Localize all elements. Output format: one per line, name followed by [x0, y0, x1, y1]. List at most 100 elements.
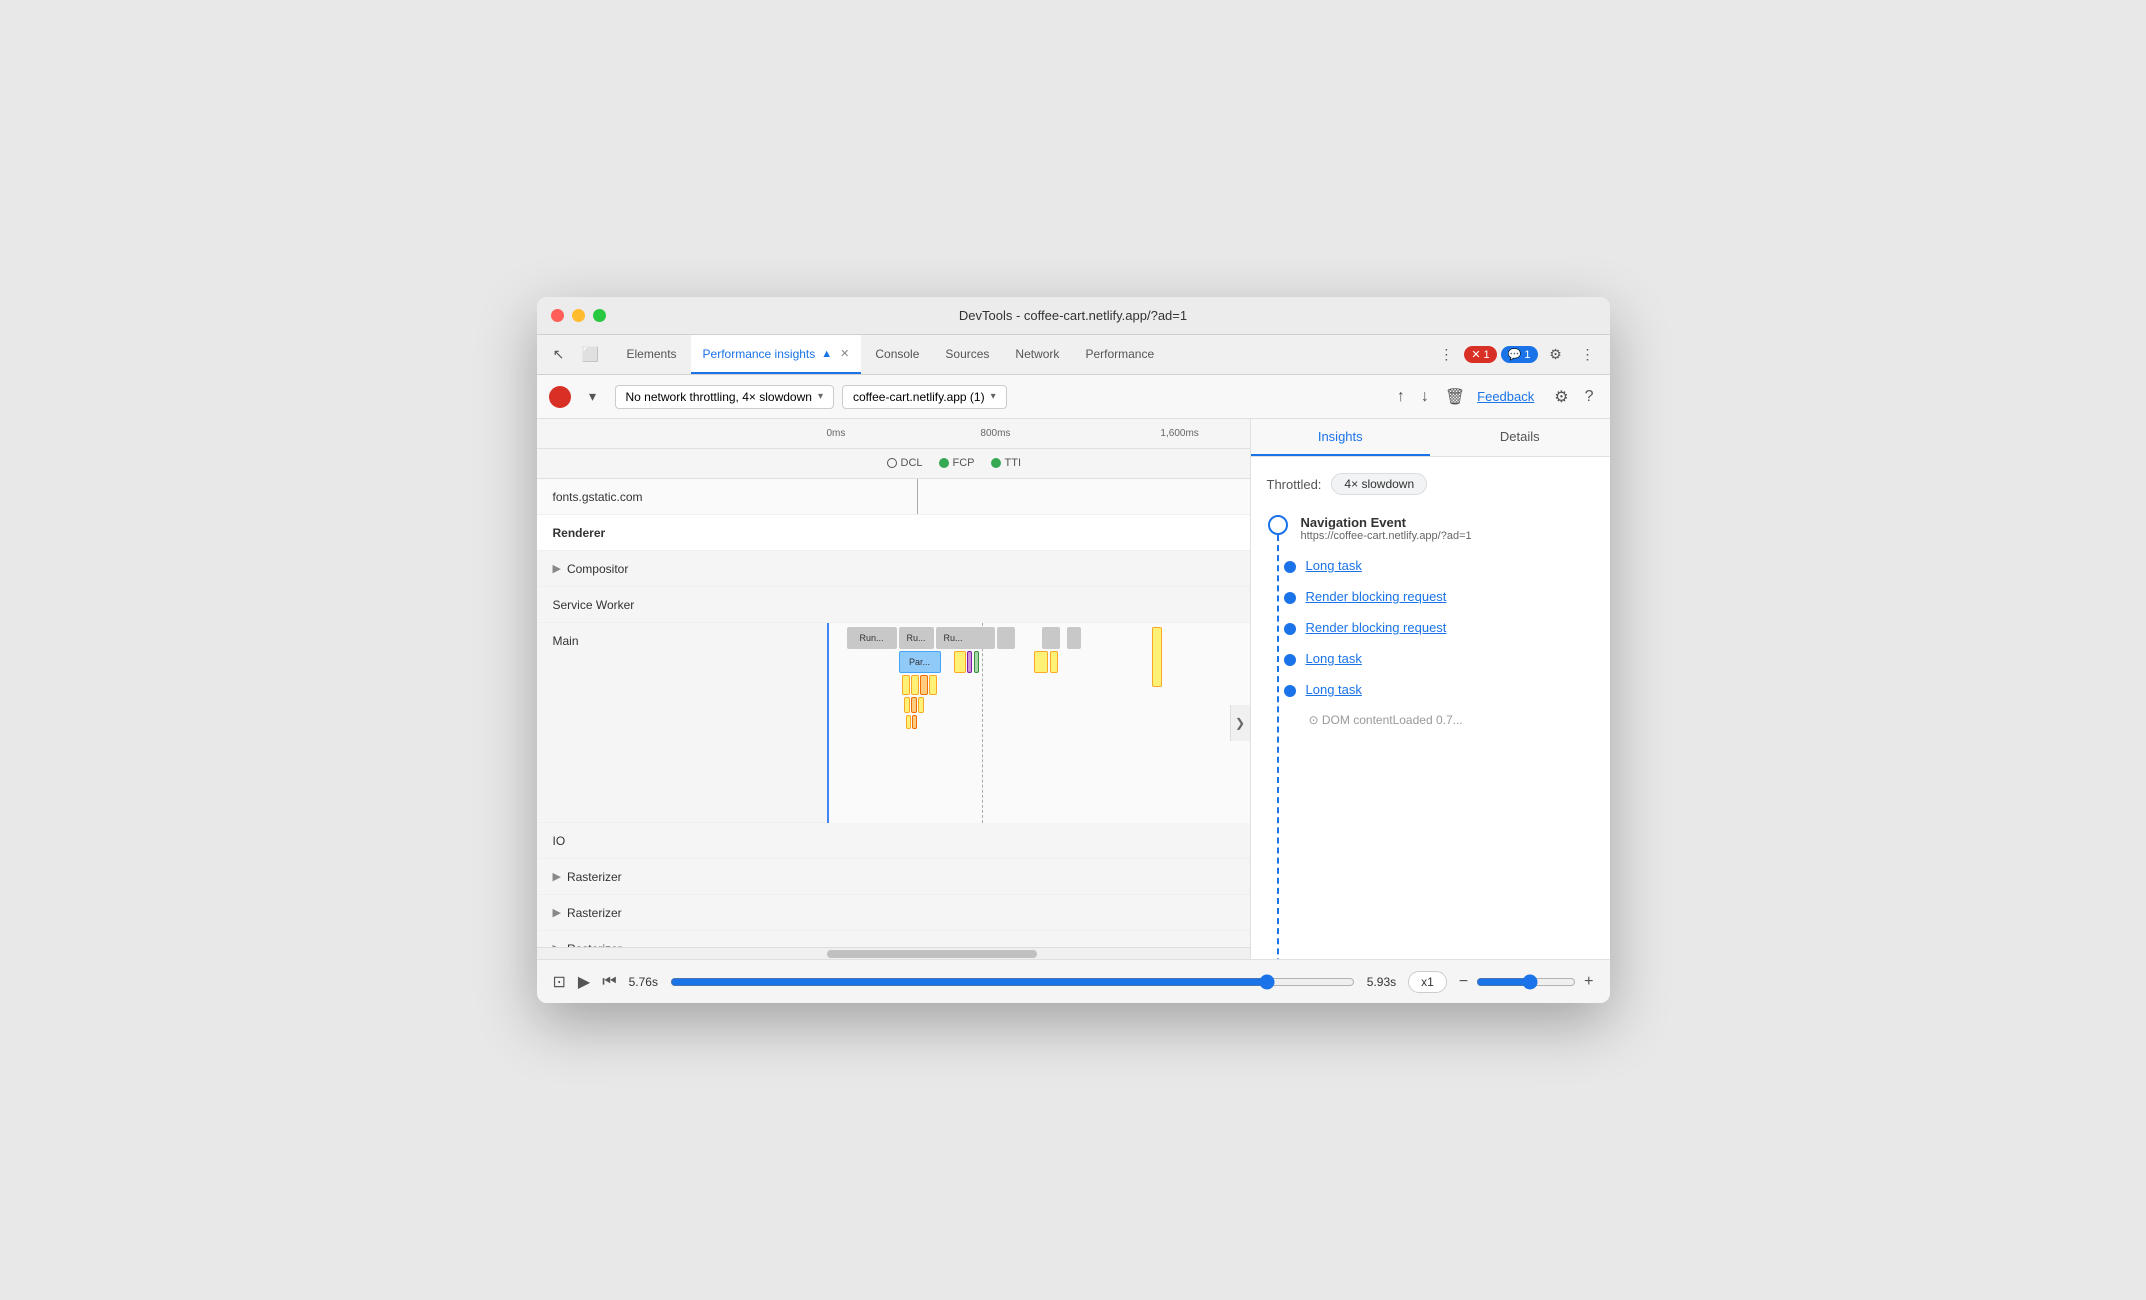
task-y-right-2[interactable] — [1050, 651, 1058, 673]
row-service-worker-canvas — [827, 587, 1250, 622]
bullet-1 — [1284, 561, 1296, 573]
record-dropdown-icon[interactable]: ▾ — [579, 383, 607, 411]
long-task-1-link[interactable]: Long task — [1306, 558, 1362, 573]
nav-event-url: https://coffee-cart.netlify.app/?ad=1 — [1301, 530, 1594, 542]
long-task-3-link[interactable]: Long task — [1306, 682, 1362, 697]
tab-details[interactable]: Details — [1430, 419, 1610, 456]
row-main: Main Run... Ru... Ru... Par... — [537, 623, 1250, 823]
download-icon[interactable]: ↓ — [1417, 384, 1433, 410]
task-run-2[interactable]: Ru... — [899, 627, 934, 649]
row-rasterizer-1: ▶ Rasterizer — [537, 859, 1250, 895]
row-io: IO — [537, 823, 1250, 859]
devtools-window: DevTools - coffee-cart.netlify.app/?ad=1… — [537, 297, 1610, 1003]
insight-item-dom-loaded: ⊙ DOM contentLoaded 0.7... — [1301, 713, 1594, 733]
page-select-dropdown[interactable]: coffee-cart.netlify.app (1) ▾ — [842, 385, 1007, 409]
task-gray-right-1[interactable] — [1042, 627, 1060, 649]
maximize-button[interactable] — [593, 309, 606, 322]
row-renderer-canvas — [827, 515, 1250, 550]
row-compositor: ▶ Compositor — [537, 551, 1250, 587]
task-gray-mid[interactable] — [962, 627, 980, 649]
tab-console[interactable]: Console — [863, 335, 931, 374]
upload-icon[interactable]: ↑ — [1393, 384, 1409, 410]
zoom-slider[interactable] — [1476, 974, 1576, 990]
row-compositor-label: ▶ Compositor — [537, 551, 827, 587]
task-o-1[interactable] — [920, 675, 928, 695]
task-y-mid-1[interactable] — [954, 651, 966, 673]
tab-bar: ↖ ⬜ Elements Performance insights ▲ ✕ Co… — [537, 335, 1610, 375]
gear-icon[interactable]: ⚙ — [1550, 383, 1572, 411]
dom-loaded-partial: ⊙ DOM contentLoaded 0.7... — [1309, 713, 1463, 727]
expand-arrow[interactable]: ❯ — [1230, 705, 1250, 741]
task-small-2[interactable] — [997, 627, 1015, 649]
inspect-icon[interactable]: ⬜ — [577, 341, 605, 369]
task-far-right[interactable] — [1152, 627, 1162, 687]
zoom-out-button[interactable]: − — [1459, 973, 1468, 991]
speed-badge[interactable]: x1 — [1408, 971, 1447, 993]
settings-icon[interactable]: ⚙ — [1542, 341, 1570, 369]
skip-back-button[interactable]: ⏮ — [602, 973, 616, 991]
row-renderer: Renderer — [537, 515, 1250, 551]
more-options-icon[interactable]: ⋮ — [1574, 341, 1602, 369]
record-button[interactable] — [549, 386, 571, 408]
timeline-ruler: 0ms 800ms 1,600ms — [537, 419, 1250, 449]
window-title: DevTools - coffee-cart.netlify.app/?ad=1 — [959, 308, 1187, 323]
tab-insights[interactable]: Insights — [1251, 419, 1431, 456]
play-button[interactable]: ▶ — [578, 972, 590, 992]
close-button[interactable] — [551, 309, 564, 322]
tab-bar-right: ⋮ ✕ 1 💬 1 ⚙ ⋮ — [1432, 335, 1601, 374]
horizontal-scrollbar[interactable] — [537, 947, 1250, 959]
task-purple[interactable] — [967, 651, 972, 673]
task-y-5[interactable] — [918, 697, 924, 713]
scrollbar-thumb[interactable] — [827, 950, 1037, 958]
insight-item-long-task-1: Long task — [1301, 558, 1594, 573]
cursor-icon[interactable]: ↖ — [545, 341, 573, 369]
task-y-right-1[interactable] — [1034, 651, 1048, 673]
ruler-0ms: 0ms — [827, 428, 846, 439]
chat-icon: 💬 — [1508, 348, 1522, 361]
bottom-controls: ⊡ ▶ ⏮ 5.76s 5.93s x1 − + — [537, 959, 1610, 1003]
long-task-2-link[interactable]: Long task — [1306, 651, 1362, 666]
tab-performance[interactable]: Performance — [1073, 335, 1166, 374]
zoom-in-button[interactable]: + — [1584, 973, 1593, 991]
screenshot-toggle-button[interactable]: ⊡ — [553, 972, 566, 992]
playback-slider[interactable] — [670, 974, 1355, 990]
delete-icon[interactable]: 🗑 — [1441, 383, 1469, 411]
row-fonts: fonts.gstatic.com — [537, 479, 1250, 515]
bullet-2 — [1284, 592, 1296, 604]
help-icon[interactable]: ? — [1581, 384, 1598, 410]
tab-network[interactable]: Network — [1003, 335, 1071, 374]
task-gray-right-2[interactable] — [1067, 627, 1081, 649]
insight-vertical-line — [1277, 535, 1279, 959]
error-badge: ✕ 1 — [1464, 346, 1496, 363]
row-rasterizer-1-canvas — [827, 859, 1250, 894]
dropdown-arrow-icon: ▾ — [818, 391, 823, 402]
insights-content: Throttled: 4× slowdown Navigation Event — [1251, 457, 1610, 959]
task-o-3[interactable] — [912, 715, 917, 729]
task-y-3[interactable] — [929, 675, 937, 695]
task-o-2[interactable] — [911, 697, 917, 713]
v-line-cursor — [827, 623, 829, 823]
task-y-4[interactable] — [904, 697, 910, 713]
task-y-2[interactable] — [911, 675, 919, 695]
task-y-6[interactable] — [906, 715, 911, 729]
close-tab-icon[interactable]: ✕ — [840, 347, 849, 360]
row-rasterizer-1-label: ▶ Rasterizer — [537, 859, 827, 895]
tab-elements[interactable]: Elements — [615, 335, 689, 374]
render-block-1-link[interactable]: Render blocking request — [1306, 589, 1447, 604]
row-rasterizer-2-canvas — [827, 895, 1250, 930]
task-run-1[interactable]: Run... — [847, 627, 897, 649]
traffic-lights — [551, 309, 606, 322]
render-block-2-link[interactable]: Render blocking request — [1306, 620, 1447, 635]
minimize-button[interactable] — [572, 309, 585, 322]
tab-performance-insights[interactable]: Performance insights ▲ ✕ — [691, 335, 862, 374]
tab-sources[interactable]: Sources — [933, 335, 1001, 374]
time-start: 5.76s — [629, 975, 658, 989]
network-throttle-dropdown[interactable]: No network throttling, 4× slowdown ▾ — [615, 385, 834, 409]
task-par[interactable]: Par... — [899, 651, 941, 673]
feedback-link[interactable]: Feedback — [1477, 389, 1534, 404]
insight-item-long-task-2: Long task — [1301, 651, 1594, 666]
task-green[interactable] — [974, 651, 979, 673]
more-tabs-button[interactable]: ⋮ — [1432, 341, 1460, 369]
insights-panel: Insights Details Throttled: 4× slowdown — [1250, 419, 1610, 959]
task-y-1[interactable] — [902, 675, 910, 695]
